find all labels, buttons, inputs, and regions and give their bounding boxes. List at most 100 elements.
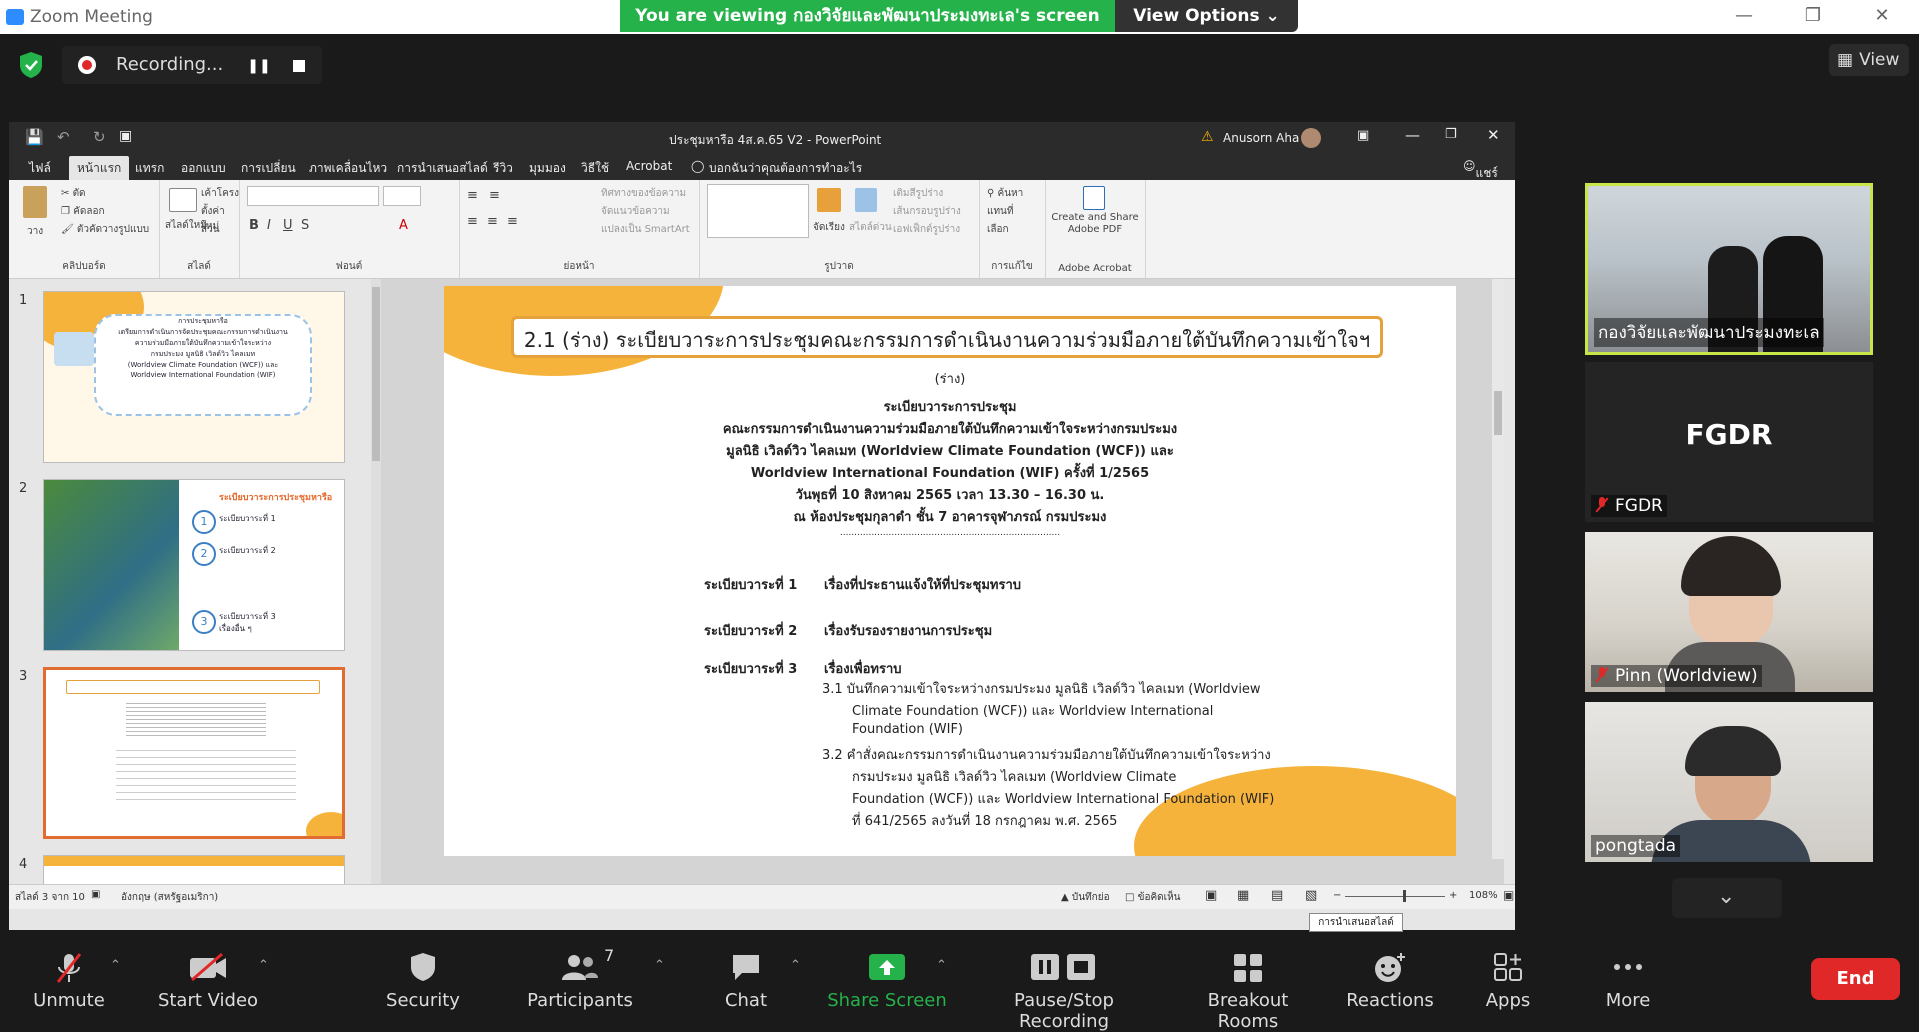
paste-icon[interactable]	[23, 186, 47, 218]
view-button[interactable]: ▦ View	[1829, 44, 1909, 76]
comments-button[interactable]: □ ข้อคิดเห็น	[1125, 890, 1181, 905]
more-button[interactable]: More	[1586, 942, 1670, 1016]
participant-tile-pongtada[interactable]: pongtada	[1585, 702, 1873, 862]
tab-design[interactable]: ออกแบบ	[181, 159, 226, 178]
underline-icon[interactable]: U	[283, 218, 293, 233]
normal-view-icon[interactable]: ▣	[1205, 888, 1217, 903]
participant-tile-active[interactable]: กองวิจัยและพัฒนาประมงทะเล	[1585, 183, 1873, 355]
chat-options-caret-icon[interactable]: ⌃	[790, 958, 801, 973]
breakout-rooms-button[interactable]: Breakout Rooms	[1176, 942, 1320, 1032]
slide-scrollbar[interactable]	[1492, 279, 1504, 859]
close-icon[interactable]: ✕	[1862, 5, 1902, 26]
zoom-slider[interactable]	[1345, 890, 1445, 902]
save-icon[interactable]: 💾	[25, 128, 44, 146]
tab-animations[interactable]: ภาพเคลื่อนไหว	[309, 159, 387, 178]
pause-stop-recording-button[interactable]: Pause/Stop Recording	[970, 942, 1158, 1032]
shape-fill-button[interactable]: เติมสีรูปร่าง	[893, 186, 943, 201]
restore-icon[interactable]: ❐	[1793, 5, 1833, 26]
share-options-caret-icon[interactable]: ⌃	[936, 958, 947, 973]
font-name-input[interactable]	[247, 186, 379, 206]
smartart-button[interactable]: แปลงเป็น SmartArt	[601, 222, 690, 237]
reactions-button[interactable]: Reactions	[1340, 942, 1440, 1016]
align-right-icon[interactable]: ≡	[507, 214, 518, 229]
encryption-shield-icon[interactable]	[18, 51, 44, 79]
share-button[interactable]: ☺ แชร์	[1463, 159, 1498, 180]
apps-button[interactable]: Apps	[1466, 942, 1550, 1016]
ppt-close-icon[interactable]: ✕	[1487, 126, 1500, 144]
align-center-icon[interactable]: ≡	[487, 214, 498, 229]
language-status[interactable]: อังกฤษ (สหรัฐอเมริกา)	[121, 890, 218, 905]
new-slide-icon[interactable]	[169, 188, 197, 212]
tab-home[interactable]: หน้าแรก	[69, 156, 130, 180]
zoom-slider-thumb[interactable]	[1403, 890, 1406, 902]
ppt-restore-icon[interactable]: ❐	[1445, 127, 1457, 142]
participant-tile-fgdr[interactable]: FGDR FGDR	[1585, 362, 1873, 522]
slide-thumbnail-4[interactable]	[43, 855, 345, 887]
slide-sorter-icon[interactable]: ▦	[1237, 888, 1249, 903]
tell-me-search[interactable]: บอกฉันว่าคุณต้องการทำอะไร	[709, 159, 862, 178]
start-presentation-icon[interactable]: ▣	[119, 128, 132, 144]
layout-button[interactable]: เค้าโครง	[201, 186, 239, 201]
reading-view-icon[interactable]: ▤	[1271, 888, 1283, 903]
ribbon-display-icon[interactable]: ▣	[1357, 128, 1369, 143]
tab-help[interactable]: วิธีใช้	[581, 159, 609, 178]
tab-slideshow[interactable]: การนำเสนอสไลด์	[397, 159, 488, 178]
copy-button[interactable]: ❐ คัดลอก	[61, 204, 105, 219]
shapes-gallery[interactable]	[707, 184, 809, 238]
find-button[interactable]: ⚲ ค้นหา	[987, 186, 1023, 201]
slide-thumbnail-3[interactable]	[43, 667, 345, 839]
spellcheck-icon[interactable]: ▣	[91, 889, 100, 900]
minimize-icon[interactable]: —	[1724, 5, 1764, 26]
font-color-icon[interactable]: A	[399, 218, 408, 233]
redo-icon[interactable]: ↻	[93, 128, 106, 146]
share-screen-button[interactable]: Share Screen	[826, 942, 948, 1016]
tab-insert[interactable]: แทรก	[135, 159, 164, 178]
shadow-icon[interactable]: S	[301, 218, 309, 233]
thumbs-scrollbar[interactable]	[371, 279, 381, 884]
arrange-icon[interactable]	[817, 188, 841, 212]
participants-button[interactable]: 7 Participants	[524, 942, 636, 1016]
zoom-in-icon[interactable]: +	[1449, 890, 1457, 901]
slide-scrollbar-thumb[interactable]	[1494, 391, 1502, 435]
current-slide[interactable]: 2.1 (ร่าง) ระเบียบวาระการประชุมคณะกรรมกา…	[444, 286, 1456, 856]
section-button[interactable]: ส่วน	[201, 222, 220, 237]
tab-review[interactable]: รีวิว	[493, 159, 513, 178]
text-direction-button[interactable]: ทิศทางของข้อความ	[601, 186, 686, 201]
pause-recording-button[interactable]: ❚❚	[244, 54, 274, 78]
format-painter-button[interactable]: 🖌 ตัวคัดวางรูปแบบ	[61, 222, 149, 237]
slideshow-view-icon[interactable]: ▧	[1305, 888, 1317, 903]
numbering-icon[interactable]: ≡	[489, 188, 500, 203]
end-meeting-button[interactable]: End	[1811, 958, 1900, 1000]
user-avatar[interactable]	[1301, 128, 1321, 148]
tab-file[interactable]: ไฟล์	[29, 159, 51, 178]
create-pdf-label[interactable]: Create and Share Adobe PDF	[1049, 212, 1141, 236]
chat-button[interactable]: Chat	[700, 942, 792, 1016]
tab-view[interactable]: มุมมอง	[529, 159, 566, 178]
bold-icon[interactable]: B	[249, 218, 259, 233]
align-left-icon[interactable]: ≡	[467, 214, 478, 229]
quick-styles-icon[interactable]	[855, 188, 877, 212]
shared-screen[interactable]: 💾 ↶ ↻ ▣ ประชุมหารือ 4ส.ค.65 V2 - PowerPo…	[9, 122, 1515, 930]
create-pdf-icon[interactable]	[1083, 186, 1105, 210]
stop-recording-button[interactable]	[284, 54, 314, 78]
slide-editor[interactable]: 2.1 (ร่าง) ระเบียบวาระการประชุมคณะกรรมกา…	[381, 279, 1504, 884]
shape-outline-button[interactable]: เส้นกรอบรูปร่าง	[893, 204, 961, 219]
font-size-input[interactable]	[383, 186, 421, 206]
start-video-button[interactable]: Start Video	[150, 942, 266, 1016]
replace-button[interactable]: แทนที่	[987, 204, 1013, 219]
shape-effects-button[interactable]: เอฟเฟ็กต์รูปร่าง	[893, 222, 960, 237]
notes-button[interactable]: ▲ บันทึกย่อ	[1061, 890, 1110, 905]
video-options-caret-icon[interactable]: ⌃	[258, 958, 269, 973]
zoom-out-icon[interactable]: −	[1333, 890, 1341, 901]
cut-button[interactable]: ✂ ตัด	[61, 186, 86, 201]
ppt-minimize-icon[interactable]: —	[1405, 126, 1420, 144]
participant-tile-pinn[interactable]: Pinn (Worldview)	[1585, 532, 1873, 692]
view-options-button[interactable]: View Options ⌄	[1115, 0, 1298, 32]
audio-options-caret-icon[interactable]: ⌃	[110, 958, 121, 973]
fit-slide-icon[interactable]: ▣	[1503, 888, 1514, 902]
zoom-level[interactable]: 108%	[1469, 890, 1498, 901]
slide-thumbnail-1[interactable]: การประชุมหารือ เตรียมการดำเนินการจัดประช…	[43, 291, 345, 463]
security-button[interactable]: Security	[374, 942, 472, 1016]
select-button[interactable]: เลือก	[987, 222, 1009, 237]
tab-transitions[interactable]: การเปลี่ยน	[241, 159, 296, 178]
